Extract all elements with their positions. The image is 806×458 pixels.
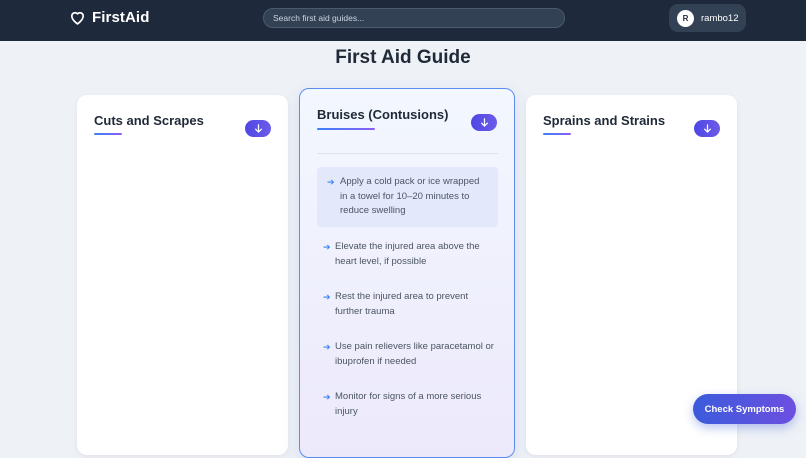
tip-item[interactable]: ➔ Monitor for signs of a more serious in… — [317, 390, 498, 419]
card-title: Cuts and Scrapes — [94, 113, 204, 128]
page-title: First Aid Guide — [335, 47, 471, 68]
arrow-down-icon — [480, 118, 488, 127]
card-title: Sprains and Strains — [543, 113, 666, 128]
tip-text: Use pain relievers like paracetamol or i… — [335, 341, 494, 367]
tip-item[interactable]: ➔ Apply a cold pack or ice wrapped in a … — [317, 167, 498, 227]
arrow-right-icon: ➔ — [323, 342, 331, 352]
tip-text: Monitor for signs of a more serious inju… — [335, 391, 482, 417]
tip-text: Apply a cold pack or ice wrapped in a to… — [340, 176, 480, 216]
heart-icon — [70, 11, 85, 25]
check-symptoms-button[interactable]: Check Symptoms — [693, 394, 796, 424]
expand-button[interactable] — [245, 120, 271, 137]
tip-text: Rest the injured area to prevent further… — [335, 291, 469, 317]
top-navbar: FirstAid R rambo12 — [0, 0, 806, 41]
card-title: Bruises (Contusions) — [317, 107, 449, 122]
title-underline — [317, 128, 375, 130]
avatar: R — [677, 9, 694, 27]
arrow-right-icon: ➔ — [323, 242, 331, 252]
tip-item[interactable]: ➔ Elevate the injured area above the hea… — [317, 240, 498, 269]
search-input[interactable] — [263, 8, 565, 28]
username: rambo12 — [701, 12, 739, 24]
arrow-right-icon: ➔ — [323, 392, 331, 402]
expand-button[interactable] — [694, 120, 720, 137]
user-menu[interactable]: R rambo12 — [669, 4, 746, 32]
card-bruises[interactable]: Bruises (Contusions) ➔ Apply a cold pack… — [299, 88, 515, 458]
brand-logo[interactable]: FirstAid — [69, 9, 149, 26]
arrow-down-icon — [254, 124, 262, 133]
brand-name: FirstAid — [92, 9, 150, 26]
divider — [317, 153, 498, 154]
tip-text: Elevate the injured area above the heart… — [335, 241, 480, 267]
title-underline — [543, 133, 571, 135]
collapse-button[interactable] — [471, 114, 497, 131]
card-cuts-and-scrapes[interactable]: Cuts and Scrapes — [77, 95, 288, 455]
title-underline — [94, 133, 122, 135]
arrow-right-icon: ➔ — [327, 177, 335, 187]
arrow-right-icon: ➔ — [323, 292, 331, 302]
tip-item[interactable]: ➔ Use pain relievers like paracetamol or… — [317, 340, 498, 369]
tip-item[interactable]: ➔ Rest the injured area to prevent furth… — [317, 290, 498, 319]
arrow-down-icon — [703, 124, 711, 133]
